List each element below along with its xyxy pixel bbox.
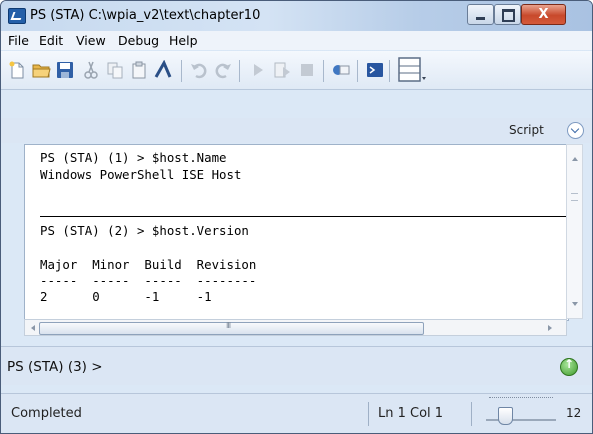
status-bar: Completed Ln 1 Col 1 12 (1, 393, 592, 433)
new-file-icon[interactable] (7, 60, 27, 80)
menu-help[interactable]: Help (169, 33, 198, 48)
toolbar-separator (389, 60, 390, 82)
status-separator (368, 402, 369, 426)
toolbar-separator (323, 60, 324, 82)
toolbar-separator (181, 60, 182, 82)
open-folder-icon[interactable] (31, 60, 51, 80)
save-icon[interactable] (55, 60, 75, 80)
zoom-ticks (489, 397, 553, 402)
zoom-slider-thumb[interactable] (498, 407, 513, 425)
scroll-right-icon[interactable] (548, 325, 552, 331)
clear-icon[interactable] (153, 60, 173, 80)
close-button[interactable]: X (521, 4, 566, 25)
status-separator (471, 402, 472, 426)
menu-file[interactable]: File (8, 33, 29, 48)
powershell-app-icon (8, 8, 26, 24)
scroll-thumb[interactable] (39, 321, 424, 335)
scroll-down-icon[interactable] (572, 302, 578, 306)
scroll-left-icon[interactable] (31, 325, 35, 331)
powershell-ise-window: PS (STA) C:\wpia_v2\text\chapter10 X Fil… (0, 0, 593, 434)
expand-up-icon[interactable] (560, 357, 578, 376)
menu-view[interactable]: View (76, 33, 106, 48)
maximize-icon (502, 9, 515, 22)
output-line: PS (STA) (2) > $host.Version (40, 223, 249, 238)
script-pane-label[interactable]: Script (509, 123, 544, 137)
close-icon: X (538, 7, 549, 22)
menu-bar: File Edit View Debug Help (1, 31, 592, 50)
scroll-up-icon[interactable] (572, 157, 578, 161)
command-pane[interactable]: PS (STA) (3) > (1, 346, 592, 385)
minimize-icon (476, 17, 485, 20)
undo-icon[interactable] (189, 60, 209, 80)
remote-icon[interactable] (331, 60, 351, 80)
redo-icon[interactable] (213, 60, 233, 80)
cursor-position: Ln 1 Col 1 (378, 406, 444, 421)
chevron-down-icon[interactable] (567, 122, 584, 139)
run-selection-icon[interactable] (272, 60, 292, 80)
horizontal-scrollbar[interactable] (24, 319, 567, 336)
console-icon[interactable] (365, 60, 385, 80)
output-line: ----- ----- ----- -------- (40, 273, 257, 288)
toolbar (1, 51, 592, 90)
window-title: PS (STA) C:\wpia_v2\text\chapter10 (30, 8, 261, 23)
paste-icon[interactable] (129, 60, 149, 80)
toolbar-separator (357, 60, 358, 82)
scroll-grip[interactable] (571, 193, 578, 201)
layout-icon[interactable] (398, 57, 426, 84)
status-text: Completed (11, 406, 82, 421)
output-line: Windows PowerShell ISE Host (40, 167, 242, 182)
output-divider (40, 216, 568, 217)
toolbar-separator (239, 60, 240, 82)
vertical-scrollbar[interactable] (566, 144, 583, 319)
title-bar[interactable]: PS (STA) C:\wpia_v2\text\chapter10 X (1, 1, 592, 31)
minimize-button[interactable] (467, 4, 494, 25)
menu-edit[interactable]: Edit (39, 33, 63, 48)
cut-icon[interactable] (81, 60, 101, 80)
command-prompt[interactable]: PS (STA) (3) > (7, 359, 103, 375)
menu-debug[interactable]: Debug (118, 33, 159, 48)
zoom-value: 12 (566, 406, 582, 420)
copy-icon[interactable] (105, 60, 125, 80)
zoom-slider-track[interactable] (486, 419, 556, 421)
run-icon[interactable] (248, 60, 268, 80)
output-line: 2 0 -1 -1 (40, 289, 212, 304)
output-pane[interactable]: PS (STA) (1) > $host.Name Windows PowerS… (24, 144, 569, 321)
output-line: PS (STA) (1) > $host.Name (40, 150, 227, 165)
maximize-button[interactable] (494, 4, 521, 25)
stop-icon[interactable] (297, 60, 317, 80)
output-line: Major Minor Build Revision (40, 257, 257, 272)
script-pane-header: Script (1, 118, 592, 143)
